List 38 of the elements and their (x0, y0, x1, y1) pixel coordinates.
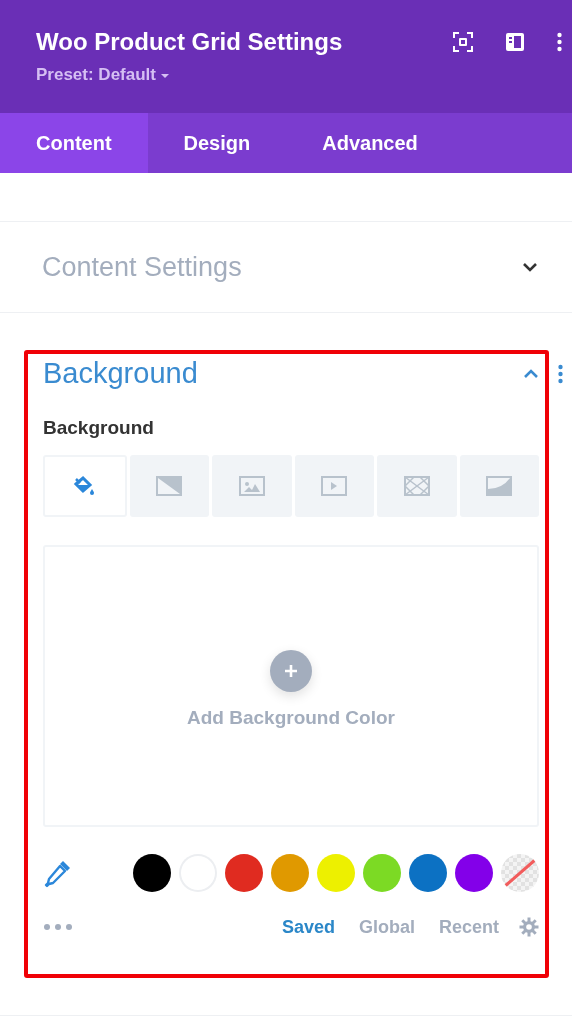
sidebar-layout-icon[interactable] (505, 32, 525, 52)
background-type-tab[interactable] (294, 454, 374, 517)
color-swatch[interactable] (133, 853, 171, 892)
panel-tab[interactable]: Design (147, 113, 287, 173)
caret-icon (160, 72, 169, 79)
color-swatch[interactable] (363, 853, 401, 892)
plus-icon (284, 664, 298, 679)
more-options-icon[interactable] (558, 364, 563, 384)
image-icon (238, 474, 265, 497)
color-swatch[interactable] (317, 853, 355, 892)
pattern-icon (403, 474, 430, 497)
color-swatch[interactable] (225, 853, 263, 892)
more-icon[interactable] (43, 923, 73, 931)
color-swatch[interactable] (455, 853, 493, 892)
background-type-tab[interactable] (43, 454, 127, 517)
no-color-swatch[interactable] (501, 853, 539, 892)
color-swatch[interactable] (271, 853, 309, 892)
gradient-icon (156, 474, 183, 497)
preset-dropdown[interactable]: Preset: Default (36, 64, 169, 86)
mask-icon (486, 474, 513, 497)
expand-icon[interactable] (522, 262, 538, 272)
background-type-tab[interactable] (129, 454, 209, 517)
panel-title: Woo Product Grid Settings (36, 27, 343, 57)
settings-icon[interactable] (519, 917, 539, 937)
focus-icon[interactable] (453, 32, 473, 52)
more-options-icon[interactable] (557, 32, 562, 52)
field-label: Background (43, 416, 155, 440)
color-swatch[interactable] (409, 853, 447, 892)
add-color-label: Add Background Color (187, 706, 395, 731)
collapse-icon[interactable] (523, 369, 539, 379)
video-icon (321, 474, 348, 497)
panel-tab[interactable]: Content (0, 113, 148, 173)
palette-tab[interactable]: Saved (269, 913, 347, 941)
add-color-button[interactable] (270, 650, 312, 693)
section-title: Content Settings (42, 250, 242, 284)
background-type-tab[interactable] (459, 454, 539, 517)
panel-tab[interactable]: Advanced (286, 113, 454, 173)
section-title: Background (43, 356, 198, 392)
